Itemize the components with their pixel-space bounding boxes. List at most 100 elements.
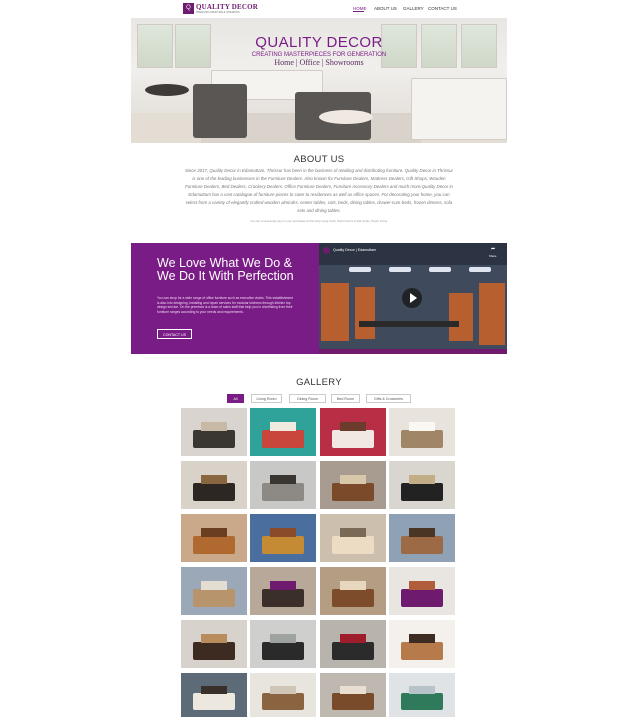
thumb-furniture-main [332, 588, 374, 607]
tab-bed-room[interactable]: Bed Room [331, 394, 360, 403]
thumb-furniture-accent [201, 528, 227, 538]
gallery-thumb-bedroom-set[interactable] [181, 408, 247, 456]
video-bottom-bar [319, 349, 507, 354]
nav-about-us[interactable]: ABOUT US [374, 6, 397, 11]
promo-text: You can shop for a wide range of office … [157, 296, 293, 314]
video-title[interactable]: Quality Decor | Edamuttam [333, 248, 376, 252]
thumb-furniture-main [332, 641, 374, 660]
gallery-thumb-black-sofa-set[interactable] [389, 461, 455, 509]
gallery-thumb-logo-sofa[interactable] [389, 567, 455, 615]
thumb-furniture-main [401, 429, 443, 448]
thumb-furniture-accent [409, 422, 435, 432]
video-light [429, 267, 451, 272]
hero-side-table [145, 84, 189, 96]
share-icon[interactable]: ➦ [491, 246, 495, 252]
about-text: Since 2017, Quality Decor in Edamuttam, … [185, 168, 453, 213]
thumb-furniture-accent [409, 634, 435, 644]
thumb-furniture-main [332, 692, 374, 710]
logo-icon[interactable]: Q [183, 3, 194, 14]
nav-gallery[interactable]: GALLERY [403, 6, 424, 11]
play-button-icon[interactable] [402, 288, 422, 308]
gallery-thumb-corner-sofa[interactable] [250, 461, 316, 509]
thumb-furniture-accent [270, 475, 296, 485]
thumb-furniture-accent [270, 581, 296, 591]
gallery-thumb-egg-chair[interactable] [250, 567, 316, 615]
thumb-furniture-accent [270, 528, 296, 538]
thumb-furniture-main [193, 429, 235, 448]
gallery-thumb-modern-dining[interactable] [320, 620, 386, 668]
thumb-furniture-main [332, 482, 374, 501]
contact-us-button[interactable]: CONTACT US [157, 329, 192, 339]
channel-avatar-icon[interactable] [323, 247, 330, 254]
thumb-furniture-accent [340, 528, 366, 538]
thumb-furniture-accent [270, 634, 296, 644]
promo-heading: We Love What We Do & We Do It With Perfe… [157, 256, 294, 283]
thumb-furniture-accent [409, 475, 435, 485]
thumb-furniture-accent [409, 581, 435, 591]
tab-gifts-crockeries[interactable]: Gifts & Crockeries [366, 394, 411, 403]
video-light [389, 267, 411, 272]
hero-armchair [193, 84, 247, 138]
gallery-thumb-red-bedroom[interactable] [320, 408, 386, 456]
thumb-furniture-accent [409, 686, 435, 695]
gallery-thumb-brown-sofa-set[interactable] [389, 514, 455, 562]
thumb-furniture-accent [201, 475, 227, 485]
gallery-thumb-crockery-set[interactable] [389, 673, 455, 717]
promo-panel: We Love What We Do & We Do It With Perfe… [131, 243, 319, 354]
thumb-furniture-main [262, 641, 304, 660]
gallery-thumb-crockery-vase[interactable] [250, 673, 316, 717]
gallery-thumb-wooden-tray[interactable] [320, 673, 386, 717]
thumb-furniture-main [262, 588, 304, 607]
tab-all[interactable]: All [227, 394, 244, 403]
thumb-furniture-main [193, 535, 235, 554]
site-header: Q QUALITY DECOR PREMIUM FURNITURE & INTE… [131, 0, 507, 18]
hero-coffee-table [319, 110, 373, 124]
thumb-furniture-accent [270, 422, 296, 432]
hero-banner: QUALITY DECOR CREATING MASTERPIECES FOR … [131, 18, 507, 143]
video-chair [449, 293, 473, 341]
gallery-thumb-kids-bedroom[interactable] [250, 408, 316, 456]
nav-active-indicator [353, 11, 364, 12]
video-player[interactable]: Quality Decor | Edamuttam ➦ Share [319, 243, 507, 354]
thumb-furniture-accent [340, 581, 366, 591]
thumb-furniture-main [262, 482, 304, 501]
gallery-thumb-wooden-sofa[interactable] [320, 461, 386, 509]
gallery-thumb-decor-statues[interactable] [389, 620, 455, 668]
gallery-thumb-wardrobe-bed[interactable] [389, 408, 455, 456]
hero-subtitle: Home | Office | Showrooms [274, 58, 364, 67]
gallery-thumb-showroom-sofas[interactable] [181, 567, 247, 615]
gallery-thumb-dining-chairs[interactable] [181, 620, 247, 668]
thumb-furniture-main [332, 429, 374, 448]
video-chair [321, 283, 349, 341]
thumb-furniture-main [193, 641, 235, 660]
video-chair [479, 283, 505, 345]
thumb-furniture-main [262, 429, 304, 448]
thumb-furniture-main [401, 692, 443, 710]
about-heading: ABOUT US [293, 154, 345, 165]
thumb-furniture-main [262, 692, 304, 710]
gallery-thumb-showroom-wood[interactable] [320, 567, 386, 615]
thumb-furniture-accent [201, 634, 227, 644]
thumb-furniture-main [332, 535, 374, 554]
gallery-thumb-dining-table-wood[interactable] [181, 461, 247, 509]
gallery-thumb-vase[interactable] [181, 673, 247, 717]
gallery-thumb-mustard-sofa[interactable] [250, 514, 316, 562]
tab-dining-room[interactable]: Dining Room [289, 394, 326, 403]
thumb-furniture-main [401, 641, 443, 660]
thumb-furniture-main [401, 588, 443, 607]
thumb-furniture-accent [340, 422, 366, 432]
thumb-furniture-main [401, 535, 443, 554]
share-label[interactable]: Share [489, 254, 496, 258]
hero-title: QUALITY DECOR [255, 34, 383, 51]
thumb-furniture-accent [201, 422, 227, 432]
gallery-thumb-teak-chairs[interactable] [181, 514, 247, 562]
brand-name[interactable]: QUALITY DECOR [196, 3, 258, 11]
gallery-thumb-glass-table[interactable] [250, 620, 316, 668]
thumb-furniture-main [193, 588, 235, 607]
thumb-furniture-accent [201, 686, 227, 695]
nav-contact-us[interactable]: CONTACT US [428, 6, 457, 11]
thumb-furniture-accent [340, 634, 366, 644]
gallery-thumb-cream-sofa[interactable] [320, 514, 386, 562]
payment-note: You can conveniently pay for your purcha… [250, 219, 388, 223]
tab-living-room[interactable]: Living Room [251, 394, 282, 403]
